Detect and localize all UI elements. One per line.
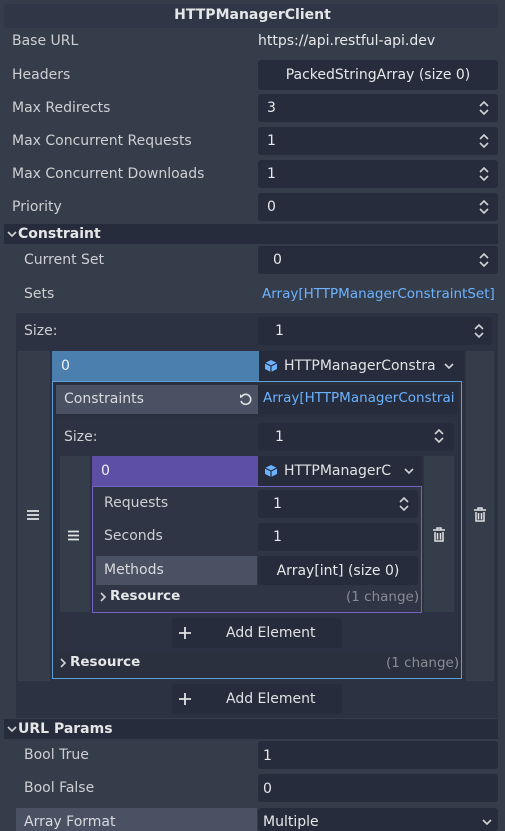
seconds-field[interactable] bbox=[258, 523, 418, 551]
sets-size-label: Size: bbox=[24, 323, 58, 339]
max-concurrent-requests-label: Max Concurrent Requests bbox=[12, 133, 192, 149]
max-redirects-label: Max Redirects bbox=[12, 100, 111, 116]
priority-value: 0 bbox=[267, 199, 276, 215]
max-concurrent-downloads-spinbox[interactable] bbox=[258, 160, 498, 188]
chevron-down-icon bbox=[7, 231, 17, 238]
max-concurrent-downloads-label: Max Concurrent Downloads bbox=[12, 166, 205, 182]
array-format-value: Multiple bbox=[263, 814, 319, 830]
headers-label: Headers bbox=[12, 67, 71, 83]
bool-false-field[interactable] bbox=[258, 774, 498, 802]
trash-icon[interactable] bbox=[473, 507, 487, 522]
url-params-section-title: URL Params bbox=[18, 721, 113, 737]
current-set-spinbox[interactable] bbox=[258, 246, 498, 274]
revert-icon[interactable] bbox=[239, 393, 253, 407]
plus-icon bbox=[179, 627, 191, 639]
constraints-value: Array[HTTPManagerConstrai bbox=[263, 390, 455, 406]
requests-label: Requests bbox=[104, 495, 169, 511]
max-concurrent-downloads-value: 1 bbox=[267, 166, 276, 182]
constraints-add-element-label: Add Element bbox=[226, 625, 316, 641]
up-down-arrows-icon[interactable] bbox=[479, 133, 489, 149]
resource-cube-icon bbox=[264, 465, 278, 477]
max-redirects-value: 3 bbox=[267, 100, 276, 116]
max-redirects-spinbox[interactable] bbox=[258, 94, 498, 122]
inner-resource-changes: (1 change) bbox=[346, 589, 420, 605]
outer-resource-label[interactable]: Resource bbox=[70, 655, 140, 670]
up-down-arrows-icon[interactable] bbox=[479, 199, 489, 215]
up-down-arrows-icon[interactable] bbox=[479, 166, 489, 182]
array-format-label: Array Format bbox=[24, 814, 116, 830]
constraint-element-header bbox=[92, 456, 258, 486]
sets-add-element-label: Add Element bbox=[226, 691, 316, 707]
chevron-right-icon bbox=[100, 592, 107, 602]
sets-array-button[interactable]: Array[HTTPManagerConstraintSet] bbox=[262, 287, 495, 302]
requests-spinbox[interactable] bbox=[258, 490, 418, 518]
constraints-size-label: Size: bbox=[64, 429, 98, 445]
set-element-header bbox=[52, 351, 259, 381]
trash-icon[interactable] bbox=[432, 527, 446, 542]
chevron-down-icon bbox=[7, 726, 17, 733]
current-set-label: Current Set bbox=[24, 252, 105, 268]
bool-false-label: Bool False bbox=[24, 780, 95, 796]
chevron-down-icon[interactable] bbox=[404, 468, 414, 475]
constraint-element-index: 0 bbox=[101, 463, 110, 479]
sets-size-value: 1 bbox=[275, 323, 284, 339]
up-down-arrows-icon[interactable] bbox=[474, 323, 484, 339]
chevron-down-icon[interactable] bbox=[444, 363, 454, 370]
inner-resource-label[interactable]: Resource bbox=[110, 589, 180, 604]
bool-true-field[interactable] bbox=[258, 741, 498, 769]
drag-handle-icon[interactable] bbox=[26, 509, 40, 521]
max-concurrent-requests-spinbox[interactable] bbox=[258, 127, 498, 155]
set-element-type: HTTPManagerConstra bbox=[284, 358, 436, 374]
up-down-arrows-icon[interactable] bbox=[479, 252, 489, 268]
constraints-label: Constraints bbox=[64, 391, 144, 407]
max-concurrent-requests-value: 1 bbox=[267, 133, 276, 149]
sets-size-spinbox[interactable] bbox=[258, 317, 492, 345]
up-down-arrows-icon[interactable] bbox=[399, 496, 409, 512]
base-url-label: Base URL bbox=[12, 33, 79, 49]
seconds-label: Seconds bbox=[104, 528, 163, 544]
seconds-value: 1 bbox=[273, 529, 282, 545]
set-element-index: 0 bbox=[61, 358, 70, 374]
methods-label: Methods bbox=[104, 562, 164, 578]
current-set-value: 0 bbox=[273, 252, 282, 268]
constraints-size-spinbox[interactable] bbox=[258, 423, 454, 451]
resource-cube-icon bbox=[264, 360, 278, 372]
inspector-title: HTTPManagerClient bbox=[174, 7, 331, 23]
priority-spinbox[interactable] bbox=[258, 193, 498, 221]
constraints-size-value: 1 bbox=[275, 429, 284, 445]
base-url-value: https://api.restful-api.dev bbox=[258, 33, 436, 49]
constraint-element-type: HTTPManagerC bbox=[284, 463, 391, 479]
sets-label: Sets bbox=[24, 286, 55, 302]
outer-resource-changes: (1 change) bbox=[386, 655, 460, 671]
up-down-arrows-icon[interactable] bbox=[434, 428, 444, 444]
requests-value: 1 bbox=[273, 496, 282, 512]
bool-true-value: 1 bbox=[263, 748, 272, 764]
chevron-down-icon[interactable] bbox=[482, 819, 492, 826]
bool-true-label: Bool True bbox=[24, 747, 89, 763]
bool-false-value: 0 bbox=[263, 781, 272, 797]
headers-value: PackedStringArray (size 0) bbox=[285, 67, 471, 83]
priority-label: Priority bbox=[12, 199, 62, 215]
methods-value: Array[int] (size 0) bbox=[276, 563, 400, 579]
plus-icon bbox=[179, 693, 191, 705]
constraint-section-title: Constraint bbox=[18, 226, 101, 242]
drag-handle-icon[interactable] bbox=[67, 530, 80, 541]
up-down-arrows-icon[interactable] bbox=[479, 100, 489, 116]
chevron-right-icon bbox=[60, 658, 67, 668]
